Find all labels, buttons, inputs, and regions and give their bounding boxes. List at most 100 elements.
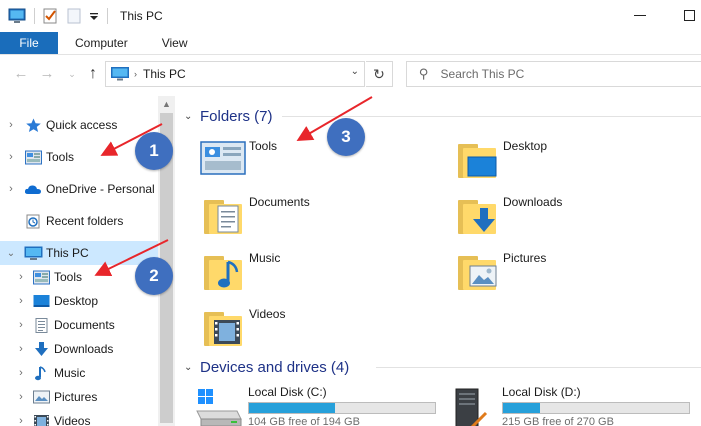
expand-chevron-icon[interactable]: › — [16, 295, 26, 307]
nav-item-desktop[interactable]: › Desktop — [0, 289, 158, 313]
ribbon-tabs: File Computer View — [0, 32, 701, 55]
folder-tile-tools[interactable]: Tools — [176, 136, 416, 188]
hard-drive-icon — [450, 387, 496, 426]
expand-chevron-icon[interactable]: › — [16, 367, 26, 379]
customize-toolbar-chevron-icon[interactable] — [89, 7, 99, 25]
nav-item-onedrive[interactable]: › OneDrive - Personal — [0, 177, 158, 201]
nav-item-label: Recent folders — [46, 214, 124, 228]
navigation-pane: › Quick access › Tools › OneDrive - Pers… — [0, 96, 158, 426]
videos-icon — [33, 414, 50, 426]
back-arrow-icon[interactable]: ← — [12, 65, 30, 83]
folders-group-header[interactable]: ⌄ Folders (7) — [176, 106, 701, 126]
computer-icon[interactable] — [8, 7, 26, 25]
folder-label: Pictures — [503, 251, 547, 265]
address-dropdown-icon[interactable]: ⌄ — [351, 66, 359, 77]
folder-label: Desktop — [503, 139, 548, 153]
tab-computer[interactable]: Computer — [58, 32, 145, 54]
nav-item-label: Downloads — [54, 342, 114, 356]
folder-tile-pictures[interactable]: Pictures — [430, 248, 670, 300]
collapse-chevron-icon[interactable]: ⌄ — [184, 362, 192, 373]
expand-chevron-icon[interactable]: › — [16, 271, 26, 283]
windows-drive-icon — [196, 389, 242, 426]
drives-group-title: Devices and drives (4) — [200, 358, 350, 376]
nav-item-label: Documents — [54, 318, 115, 332]
computer-icon — [111, 67, 129, 81]
quick-access-toolbar — [8, 7, 114, 25]
nav-item-label: Desktop — [54, 294, 99, 308]
title-bar: This PC — [0, 0, 701, 32]
drive-usage-bar — [502, 402, 690, 414]
nav-item-label: Tools — [46, 150, 75, 164]
drive-tile-d[interactable]: Local Disk (D:) 215 GB free of 270 GB — [430, 385, 690, 426]
maximize-button[interactable] — [684, 10, 695, 21]
expand-chevron-icon[interactable]: › — [6, 183, 16, 195]
nav-item-downloads[interactable]: › Downloads — [0, 337, 158, 361]
address-chevron-icon[interactable]: › — [134, 69, 137, 79]
nav-item-documents[interactable]: › Documents — [0, 313, 158, 337]
content-pane: ⌄ Folders (7) Tools Desktop Documents Do… — [176, 96, 701, 426]
music-folder-icon — [200, 250, 246, 296]
address-path: This PC — [143, 67, 186, 81]
nav-item-recent-folders[interactable]: Recent folders — [0, 209, 158, 233]
expand-chevron-icon[interactable]: › — [16, 319, 26, 331]
folder-tile-documents[interactable]: Documents — [176, 192, 416, 244]
window-title: This PC — [120, 9, 163, 23]
search-box[interactable]: ⚲ — [406, 61, 701, 87]
refresh-icon: ↻ — [373, 66, 385, 82]
expand-chevron-icon[interactable]: › — [6, 151, 16, 163]
nav-item-label: Quick access — [46, 118, 118, 132]
folder-tile-downloads[interactable]: Downloads — [430, 192, 670, 244]
group-divider — [376, 367, 701, 368]
folder-tile-desktop[interactable]: Desktop — [430, 136, 670, 188]
pictures-folder-icon — [454, 250, 500, 296]
cloud-icon — [24, 182, 41, 197]
collapse-chevron-icon[interactable]: ⌄ — [184, 111, 192, 122]
tools-folder-icon — [33, 270, 50, 285]
nav-item-this-pc[interactable]: ⌄ This PC — [0, 241, 158, 265]
nav-item-pictures[interactable]: › Pictures — [0, 385, 158, 409]
folder-label: Music — [249, 251, 281, 265]
forward-arrow-icon[interactable]: → — [38, 65, 56, 83]
recent-locations-chevron-icon[interactable]: ⌄ — [63, 65, 81, 83]
toolbar-divider — [34, 8, 35, 24]
expand-chevron-icon[interactable]: › — [16, 343, 26, 355]
recent-folders-icon — [25, 214, 42, 229]
nav-item-label: Music — [54, 366, 86, 380]
minimize-button[interactable] — [633, 8, 647, 22]
download-arrow-icon — [33, 341, 50, 357]
properties-icon[interactable] — [41, 7, 59, 25]
expand-chevron-icon[interactable]: › — [16, 415, 26, 426]
collapse-chevron-icon[interactable]: ⌄ — [6, 248, 16, 259]
nav-item-label: Tools — [54, 270, 83, 284]
annotation-badge-1: 1 — [135, 132, 173, 170]
scroll-up-arrow-icon[interactable]: ▲ — [158, 96, 175, 113]
expand-chevron-icon[interactable]: › — [6, 119, 16, 131]
new-folder-icon[interactable] — [65, 7, 83, 25]
up-arrow-icon[interactable]: ↑ — [84, 65, 102, 83]
folder-label: Downloads — [503, 195, 563, 209]
drives-group-header[interactable]: ⌄ Devices and drives (4) — [176, 357, 701, 377]
search-input[interactable] — [440, 67, 641, 81]
refresh-button[interactable]: ↻ — [366, 61, 393, 87]
folder-tile-videos[interactable]: Videos — [176, 304, 416, 356]
desktop-folder-icon — [454, 138, 500, 184]
address-bar-row: ← → ⌄ ↑ › This PC ⌄ ↻ ⚲ — [0, 55, 701, 95]
expand-chevron-icon[interactable]: › — [16, 391, 26, 403]
drive-free-space: 104 GB free of 194 GB — [248, 416, 360, 426]
address-bar[interactable]: › This PC ⌄ — [105, 61, 365, 87]
nav-item-quick-access[interactable]: › Quick access — [0, 113, 158, 137]
tab-file[interactable]: File — [0, 32, 58, 54]
drive-usage-bar — [248, 402, 436, 414]
folder-label: Videos — [249, 307, 286, 321]
nav-item-music[interactable]: › Music — [0, 361, 158, 385]
tab-view[interactable]: View — [145, 32, 205, 54]
drive-tile-c[interactable]: Local Disk (C:) 104 GB free of 194 GB — [176, 385, 436, 426]
drive-label: Local Disk (C:) — [248, 385, 327, 399]
annotation-badge-3: 3 — [327, 118, 365, 156]
documents-icon — [33, 317, 50, 333]
nav-item-videos[interactable]: › Videos — [0, 409, 158, 426]
folder-label: Documents — [249, 195, 310, 209]
nav-item-label: This PC — [46, 246, 89, 260]
folder-tile-music[interactable]: Music — [176, 248, 416, 300]
toolbar-divider — [107, 8, 108, 24]
